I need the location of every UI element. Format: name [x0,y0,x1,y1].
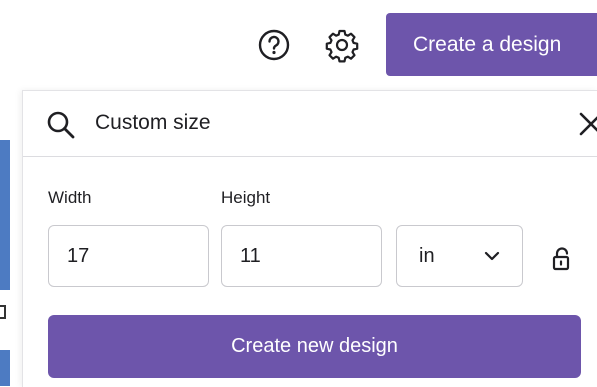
help-icon[interactable] [254,25,294,65]
custom-size-popover: Width Height in Create new design [22,90,597,387]
close-icon[interactable] [576,109,597,139]
gear-icon[interactable] [322,25,362,65]
background-panel [0,140,10,290]
top-bar: Create a design [0,0,597,88]
height-label: Height [221,188,271,207]
create-new-design-button[interactable]: Create new design [48,315,581,378]
create-a-design-button[interactable]: Create a design [386,13,597,76]
search-input[interactable] [95,107,515,139]
unlocked-padlock-icon[interactable] [551,247,573,271]
unit-select[interactable]: in [396,225,523,287]
background-bracket [0,305,6,319]
background-panel [0,350,10,386]
search-bar [23,91,597,157]
search-icon [47,111,75,139]
unit-value: in [419,244,435,267]
width-label: Width [48,188,92,207]
chevron-down-icon [484,251,500,261]
height-field[interactable] [221,225,382,287]
width-field[interactable] [48,225,209,287]
